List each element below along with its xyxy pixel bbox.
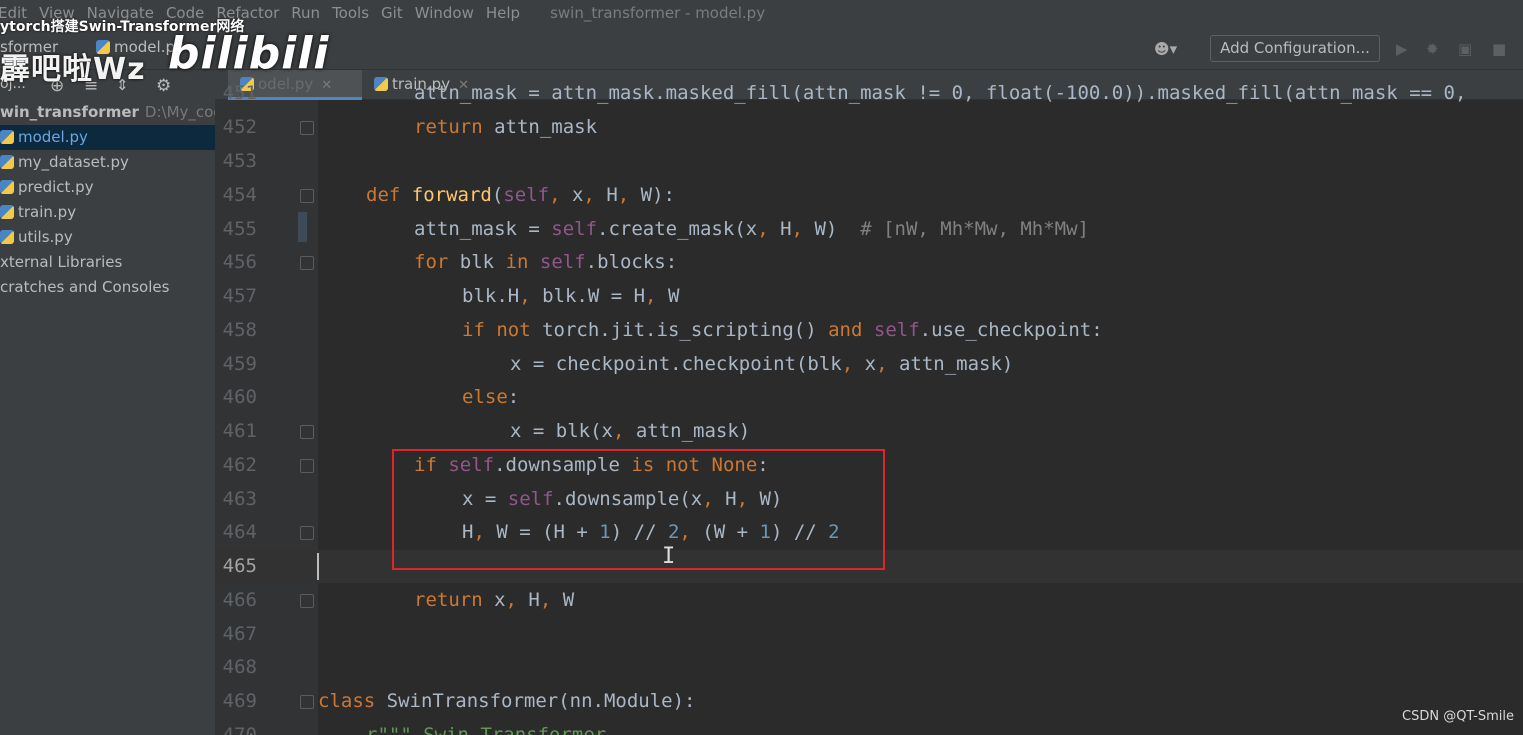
line-number: 452 <box>222 116 257 138</box>
line-number: 454 <box>222 184 257 206</box>
line-number: 470 <box>222 724 257 735</box>
line-code: class SwinTransformer(nn.Module): <box>318 690 696 712</box>
line-code: return x, H, W <box>414 589 575 611</box>
line-code: for blk in self.blocks: <box>414 251 678 273</box>
line-number: 453 <box>222 150 257 172</box>
stop-icon[interactable]: ■ <box>1492 40 1506 58</box>
line-number: 467 <box>222 623 257 645</box>
line-code: if not torch.jit.is_scripting() and self… <box>462 319 1103 341</box>
code-line: 451 attn_mask = attn_mask.masked_fill(att… <box>0 77 1523 111</box>
line-code: r""" Swin Transformer <box>366 724 607 735</box>
line-number: 456 <box>222 251 257 273</box>
line-number: 466 <box>222 589 257 611</box>
code-line: 468 <box>0 651 1523 685</box>
code-line: 470 r""" Swin Transformer <box>0 719 1523 735</box>
text-caret <box>317 553 319 580</box>
line-code: else: <box>462 386 520 408</box>
code-line: 454 def forward(self, x, H, W): <box>0 179 1523 213</box>
add-configuration-button[interactable]: Add Configuration... <box>1210 35 1380 62</box>
line-number: 455 <box>222 218 257 240</box>
line-number: 469 <box>222 690 257 712</box>
line-number: 451 <box>222 82 257 104</box>
code-line: 466 return x, H, W <box>0 584 1523 618</box>
menu-git[interactable]: Git <box>375 4 409 22</box>
debug-icon[interactable]: ✹ <box>1426 40 1439 58</box>
menu-tools[interactable]: Tools <box>326 4 375 22</box>
line-number: 465 <box>222 555 257 577</box>
fold-icon[interactable] <box>300 189 314 203</box>
line-code: attn_mask = attn_mask.masked_fill(attn_m… <box>414 82 1478 104</box>
menu-window[interactable]: Window <box>409 4 480 22</box>
line-code: blk.H, blk.W = H, W <box>462 285 680 307</box>
bilibili-logo: bilibili <box>168 28 330 79</box>
code-line: 457 blk.H, blk.W = H, W <box>0 280 1523 314</box>
code-line: 460 else: <box>0 381 1523 415</box>
line-number: 462 <box>222 454 257 476</box>
line-code: return attn_mask <box>414 116 598 138</box>
fold-icon[interactable] <box>300 594 314 608</box>
code-line: 458 if not torch.jit.is_scripting() and s… <box>0 314 1523 348</box>
code-line: 467 <box>0 618 1523 652</box>
code-line: 461 x = blk(x, attn_mask) <box>0 415 1523 449</box>
fold-icon[interactable] <box>300 121 314 135</box>
fold-icon[interactable] <box>300 526 314 540</box>
line-number: 459 <box>222 353 257 375</box>
menu-help[interactable]: Help <box>480 4 526 22</box>
mouse-ibeam-cursor: I <box>662 544 676 569</box>
line-code: x = blk(x, attn_mask) <box>510 420 751 442</box>
code-line: 453 <box>0 145 1523 179</box>
csdn-watermark: CSDN @QT-Smile <box>1402 709 1515 724</box>
line-number: 457 <box>222 285 257 307</box>
menu-run[interactable]: Run <box>285 4 326 22</box>
user-icon[interactable]: ☻▾ <box>1154 40 1177 58</box>
line-number: 458 <box>222 319 257 341</box>
fold-icon[interactable] <box>300 425 314 439</box>
line-code: attn_mask = self.create_mask(x, H, W) # … <box>414 218 1089 240</box>
line-number: 464 <box>222 521 257 543</box>
window-title: swin_transformer - model.py <box>550 4 766 22</box>
line-number: 460 <box>222 386 257 408</box>
code-line: 456 for blk in self.blocks: <box>0 246 1523 280</box>
coverage-icon[interactable]: ▣ <box>1458 40 1472 58</box>
run-icon[interactable]: ▶ <box>1396 40 1408 58</box>
fold-icon[interactable] <box>300 695 314 709</box>
fold-icon[interactable] <box>300 459 314 473</box>
code-line: 459 x = checkpoint.checkpoint(blk, x, att… <box>0 348 1523 382</box>
line-number: 468 <box>222 656 257 678</box>
code-line: 452 return attn_mask <box>0 111 1523 145</box>
line-number: 463 <box>222 488 257 510</box>
fold-icon[interactable] <box>300 256 314 270</box>
code-line: 455 attn_mask = self.create_mask(x, H, W)… <box>0 213 1523 247</box>
line-code: x = checkpoint.checkpoint(blk, x, attn_m… <box>510 353 1014 375</box>
code-line: 469 class SwinTransformer(nn.Module): <box>0 685 1523 719</box>
line-code: def forward(self, x, H, W): <box>366 184 675 206</box>
annotation-highlight-box <box>392 449 885 570</box>
line-number: 461 <box>222 420 257 442</box>
